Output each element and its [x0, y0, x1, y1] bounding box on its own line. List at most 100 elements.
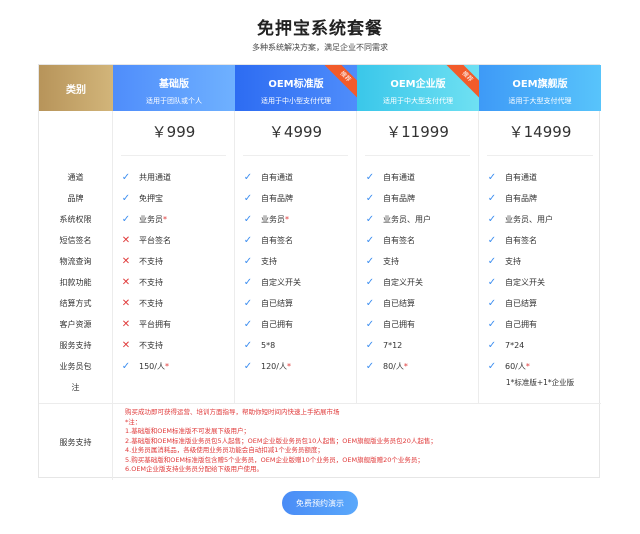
feature-cell: ✕ 平台拥有 [113, 314, 234, 334]
feature-cell: ✓ 80/人 * [357, 356, 478, 376]
plan-price: ￥11999 [386, 123, 449, 141]
service-note-line: 6.OEM企业版支持业务员分配给下级用户使用。 [125, 465, 264, 473]
feature-value: 支持 [505, 256, 521, 266]
plan-desc: 适用于大型支付代理 [508, 97, 572, 105]
feature-cell: ✓ 自有签名 [235, 230, 356, 250]
feature-value: 共用通道 [139, 172, 171, 182]
page-title: 免押宝系统套餐 [257, 19, 383, 39]
feature-value: 自有通道 [383, 172, 415, 182]
feature-cell: ✓ 自有通道 [357, 167, 478, 187]
feature-value: 自己拥有 [261, 319, 293, 329]
feature-value: 自已结算 [505, 298, 537, 308]
feature-value: 免押宝 [139, 193, 163, 203]
check-icon: ✓ [365, 255, 375, 267]
feature-value: 自有通道 [261, 172, 293, 182]
check-icon: ✓ [487, 360, 497, 372]
feature-value: 业务员 [139, 214, 163, 224]
category-column: 通道 品牌 系统权限 短信签名 物流查询 扣款功能 结算方式 客户资源 服务支持 业务员包注 [39, 111, 113, 403]
check-icon: ✓ [487, 297, 497, 309]
plan-desc: 适用于团队或个人 [146, 97, 202, 105]
feature-cell: ✓ 支持 [235, 251, 356, 271]
check-icon: ✓ [243, 255, 253, 267]
plan-header-oem-enterprise: OEM企业版 适用于中大型支付代理 推荐 [357, 65, 479, 111]
header-category: 类别 [39, 65, 113, 111]
asterisk-mark: * [525, 361, 530, 371]
feature-cell: ✓ 自有通道 [479, 167, 601, 187]
check-icon: ✓ [487, 213, 497, 225]
check-icon: ✓ [487, 276, 497, 288]
plan-column-basic: ￥999 ✓ 共用通道 ✓ 免押宝 ✓ 业务员 * ✕ 平台签名 ✕ 不支持 ✕ 不支持 ✕ 不支持 ✕ 平台拥… [113, 111, 235, 403]
feature-cell: ✓ 自己拥有 [357, 314, 478, 334]
feature-value: 不支持 [139, 340, 163, 350]
cross-icon: ✕ [121, 297, 131, 309]
check-icon: ✓ [487, 339, 497, 351]
feature-cell: ✓ 60/人 * [479, 356, 601, 376]
check-icon: ✓ [365, 192, 375, 204]
check-icon: ✓ [487, 192, 497, 204]
feature-value: 60/人 [505, 361, 526, 371]
feature-cell: ✓ 自定义开关 [357, 272, 478, 292]
feature-cell: ✕ 不支持 [113, 335, 234, 355]
category-label: 通道 [67, 172, 84, 182]
check-icon: ✓ [243, 213, 253, 225]
feature-cell: ✕ 不支持 [113, 251, 234, 271]
asterisk-mark: * [285, 214, 289, 224]
plan-column-oem-flagship: ￥14999 1*标准版+1*企业版 ✓ 自有通道 ✓ 自有品牌 ✓ 业务员、用户 ✓ 自有签… [479, 111, 601, 403]
check-icon: ✓ [365, 360, 375, 372]
feature-cell: ✓ 自已结算 [235, 293, 356, 313]
plan-header-oem-standard: OEM标准版 适用于中小型支付代理 推荐 [235, 65, 357, 111]
feature-cell: ✕ 平台签名 [113, 230, 234, 250]
plan-name: 基础版 [159, 79, 189, 90]
plan-name: OEM旗舰版 [512, 79, 568, 90]
pricing-table: 类别 基础版 适用于团队或个人 OEM标准版 适用于中小型支付代理 推荐 OEM… [38, 64, 601, 480]
feature-value: 业务员、用户 [505, 214, 553, 224]
feature-value: 自定义开关 [261, 277, 301, 287]
feature-value: 自定义开关 [505, 277, 545, 287]
feature-cell: ✓ 业务员 * [235, 209, 356, 229]
category-label: 服务支持 [59, 340, 92, 350]
feature-cell: ✓ 免押宝 [113, 188, 234, 208]
check-icon: ✓ [243, 360, 253, 372]
category-label: 品牌 [67, 193, 84, 203]
service-note-line: 购买成功即可获得运营、培训方面指导，帮助你短时间内快速上手拓展市场 [125, 408, 340, 416]
service-support-row: 服务支持 购买成功即可获得运营、培训方面指导，帮助你短时间内快速上手拓展市场 *注… [39, 403, 601, 480]
cross-icon: ✕ [121, 339, 131, 351]
check-icon: ✓ [487, 255, 497, 267]
page-subtitle: 多种系统解决方案，满足企业不同需求 [252, 43, 388, 52]
asterisk-mark: * [163, 214, 167, 224]
feature-value: 自有签名 [383, 235, 415, 245]
feature-value: 自有签名 [261, 235, 293, 245]
feature-value: 平台签名 [139, 235, 171, 245]
category-label: 物流查询 [59, 256, 92, 266]
feature-cell: ✓ 7*12 [357, 335, 478, 355]
check-icon: ✓ [365, 171, 375, 183]
check-icon: ✓ [243, 339, 253, 351]
feature-cell: ✓ 自己拥有 [479, 314, 601, 334]
feature-cell: ✓ 自有品牌 [479, 188, 601, 208]
feature-cell: ✓ 自有品牌 [357, 188, 478, 208]
check-icon: ✓ [121, 360, 131, 372]
check-icon: ✓ [487, 171, 497, 183]
service-note-line: 1.基础版和OEM标准版不可发展下级用户； [125, 427, 251, 435]
service-support-notes: 购买成功即可获得运营、培训方面指导，帮助你短时间内快速上手拓展市场 *注： 1.基础… [125, 408, 595, 475]
check-icon: ✓ [365, 318, 375, 330]
feature-value: 80/人 [383, 361, 404, 371]
header-category-label: 类别 [66, 84, 86, 96]
plan-price: ￥14999 [508, 123, 572, 141]
cross-icon: ✕ [121, 276, 131, 288]
check-icon: ✓ [365, 276, 375, 288]
plan-desc: 适用于中大型支付代理 [383, 97, 453, 105]
feature-cell: ✓ 支持 [479, 251, 601, 271]
feature-cell: ✓ 共用通道 [113, 167, 234, 187]
feature-value: 自有通道 [505, 172, 537, 182]
asterisk-mark: * [286, 361, 291, 371]
check-icon: ✓ [243, 234, 253, 246]
feature-value: 5*8 [261, 340, 276, 350]
feature-value: 平台拥有 [139, 319, 171, 329]
price-divider [121, 155, 226, 156]
cross-icon: ✕ [121, 318, 131, 330]
service-note-line: 4.业务员属消耗品，各级使用业务员功能会自动扣减1个业务员额度； [125, 446, 324, 454]
book-demo-button[interactable]: 免费预约演示 [282, 491, 358, 515]
feature-value: 自已结算 [261, 298, 293, 308]
feature-value: 不支持 [139, 277, 163, 287]
